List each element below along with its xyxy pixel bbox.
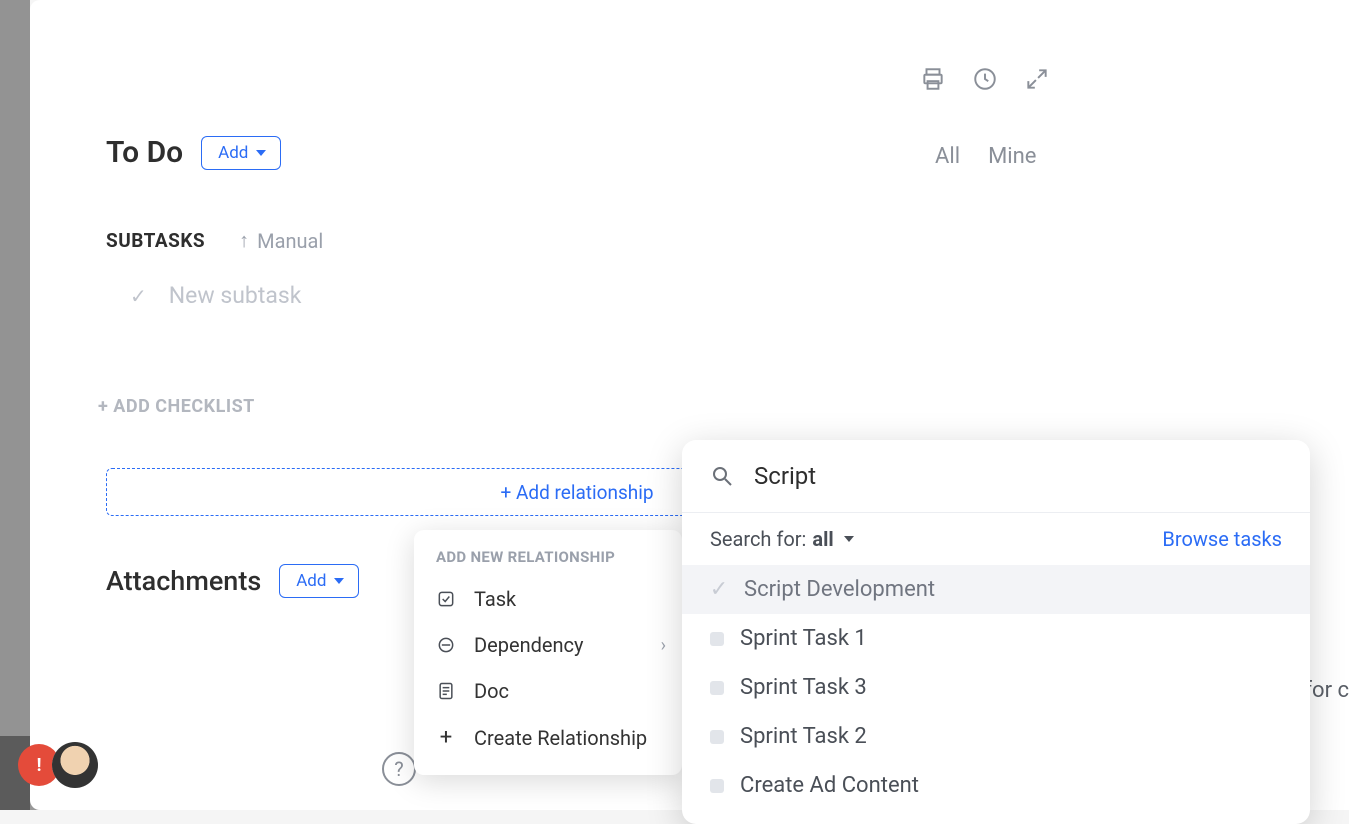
caret-down-icon <box>256 150 266 156</box>
search-result[interactable]: ✓ Script Development <box>682 565 1310 614</box>
add-attachment-button[interactable]: Add <box>279 564 359 598</box>
expand-icon[interactable] <box>1024 66 1050 92</box>
add-button-label: Add <box>218 143 248 163</box>
search-result[interactable]: Sprint Task 2 <box>682 712 1310 761</box>
notification-badge[interactable]: ! <box>18 742 98 788</box>
relationship-menu-header: ADD NEW RELATIONSHIP <box>414 548 682 576</box>
check-icon: ✓ <box>710 583 728 597</box>
rel-option-doc[interactable]: Doc <box>414 668 682 714</box>
subtasks-label: SUBTASKS <box>106 229 205 252</box>
activity-tabs: All Mine <box>935 144 1036 169</box>
rel-option-create[interactable]: + Create Relationship <box>414 714 682 761</box>
task-search-input[interactable] <box>754 462 1282 490</box>
tab-mine[interactable]: Mine <box>988 144 1036 169</box>
task-icon <box>436 589 456 609</box>
status-icon <box>710 730 724 744</box>
truncated-text: for c <box>1304 678 1349 703</box>
toolbar <box>920 66 1050 92</box>
chevron-right-icon: › <box>661 635 666 656</box>
status-icon <box>710 632 724 646</box>
new-subtask-input[interactable]: ✓ New subtask <box>130 282 301 309</box>
help-icon[interactable]: ? <box>382 752 416 786</box>
page-title: To Do <box>106 135 183 170</box>
attachments-title: Attachments <box>106 565 261 597</box>
plus-icon: + <box>436 725 456 750</box>
caret-down-icon <box>334 578 344 584</box>
add-button[interactable]: Add <box>201 136 281 170</box>
status-icon <box>710 779 724 793</box>
rel-option-task[interactable]: Task <box>414 576 682 622</box>
print-icon[interactable] <box>920 66 946 92</box>
new-subtask-placeholder: New subtask <box>169 282 302 309</box>
add-checklist-button[interactable]: + ADD CHECKLIST <box>98 396 255 417</box>
caret-down-icon <box>844 536 854 542</box>
search-icon <box>710 464 734 488</box>
search-result[interactable]: Sprint Task 1 <box>682 614 1310 663</box>
relationship-menu: ADD NEW RELATIONSHIP Task Dependency › D… <box>414 530 682 775</box>
tab-all[interactable]: All <box>935 144 960 169</box>
search-scope[interactable]: Search for: all <box>710 527 854 551</box>
arrow-up-icon: ↑ <box>239 228 249 253</box>
check-icon: ✓ <box>130 284 147 308</box>
browse-tasks-link[interactable]: Browse tasks <box>1162 527 1282 551</box>
status-icon <box>710 681 724 695</box>
search-result[interactable]: Sprint Task 3 <box>682 663 1310 712</box>
dependency-icon <box>436 635 456 655</box>
user-avatar <box>52 742 98 788</box>
doc-icon <box>436 681 456 701</box>
search-result[interactable]: Create Ad Content <box>682 761 1310 810</box>
task-search-popover: Search for: all Browse tasks ✓ Script De… <box>682 440 1310 824</box>
rel-option-dependency[interactable]: Dependency › <box>414 622 682 668</box>
search-results: ✓ Script Development Sprint Task 1 Sprin… <box>682 559 1310 824</box>
subtasks-sort[interactable]: ↑ Manual <box>239 228 323 253</box>
history-icon[interactable] <box>972 66 998 92</box>
